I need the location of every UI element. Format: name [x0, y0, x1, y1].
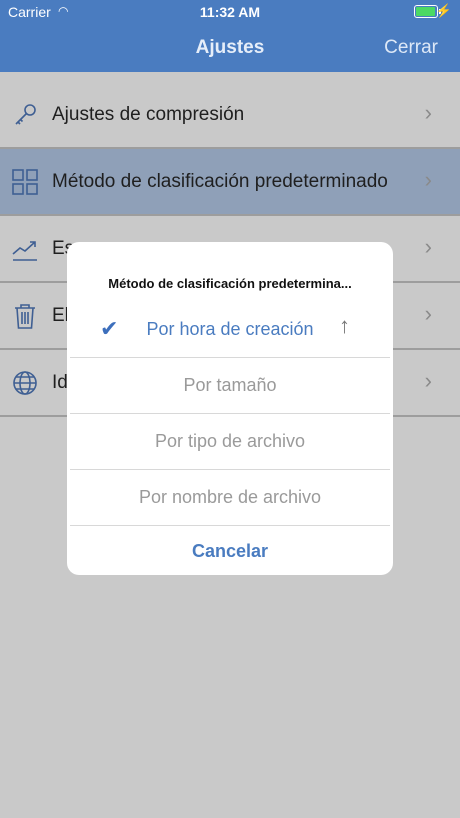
- dialog-title: Método de clasificación predetermina...: [108, 276, 352, 291]
- status-time: 11:32 AM: [199, 4, 261, 20]
- option-creation-time[interactable]: ✔ Por hora de creación ↑: [70, 302, 390, 358]
- settings-row-label: Método de clasificación predeterminado: [52, 171, 388, 192]
- option-label: Por nombre de archivo: [138, 487, 322, 507]
- sort-method-dialog: Método de clasificación predetermina... …: [67, 242, 393, 575]
- checkmark-icon: ✔: [100, 316, 119, 341]
- chevron-right-icon: ›: [424, 167, 432, 192]
- option-label: Por hora de creación: [146, 319, 314, 339]
- battery-fill: [416, 7, 435, 16]
- key-icon: [15, 104, 36, 125]
- sort-ascending-arrow-icon[interactable]: ↑: [339, 313, 350, 339]
- status-bar: Carrier ◠ 11:32 AM ⚡: [0, 0, 460, 24]
- option-size[interactable]: Por tamaño: [70, 358, 390, 414]
- globe-icon: [13, 371, 37, 395]
- settings-row-compression[interactable]: Ajustes de compresión ›: [0, 82, 460, 149]
- settings-row-label: Ajustes de compresión: [52, 104, 245, 125]
- battery-icon: [414, 5, 441, 18]
- option-label: Por tamaño: [183, 375, 277, 395]
- chevron-right-icon: ›: [424, 368, 432, 393]
- chart-icon: [12, 241, 37, 261]
- settings-row-sort-method[interactable]: Método de clasificación predeterminado ›: [0, 149, 460, 216]
- settings-row-label: Id: [52, 372, 68, 393]
- grid-icon: [12, 169, 38, 195]
- option-file-type[interactable]: Por tipo de archivo: [70, 414, 390, 470]
- option-label: Por tipo de archivo: [154, 431, 306, 451]
- chevron-right-icon: ›: [424, 234, 432, 259]
- trash-icon: [15, 304, 35, 329]
- chevron-right-icon: ›: [424, 100, 432, 125]
- cancel-label: Cancelar: [191, 541, 269, 561]
- charging-icon: ⚡: [435, 3, 452, 18]
- chevron-right-icon: ›: [424, 301, 432, 326]
- option-file-name[interactable]: Por nombre de archivo: [70, 470, 390, 526]
- close-button[interactable]: Cerrar: [384, 37, 438, 59]
- navigation-bar: Ajustes Cerrar: [0, 24, 460, 72]
- cancel-button[interactable]: Cancelar: [67, 524, 393, 575]
